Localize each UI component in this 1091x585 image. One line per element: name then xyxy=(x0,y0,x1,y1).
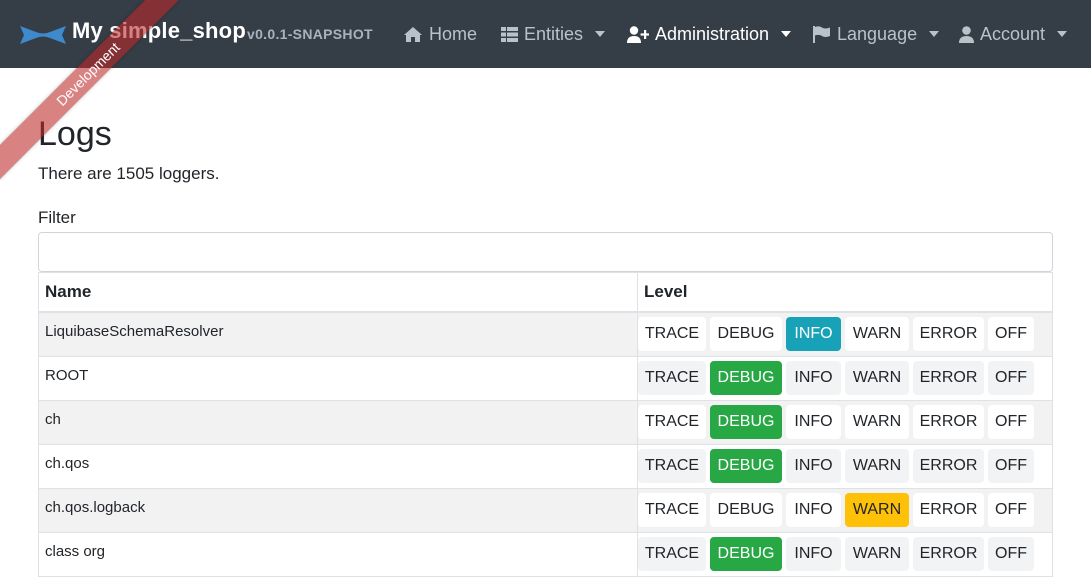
level-button-error[interactable]: ERROR xyxy=(913,361,984,395)
loggers-table: Name Level LiquibaseSchemaResolver TRACE D… xyxy=(38,272,1053,577)
level-button-info[interactable]: INFO xyxy=(786,537,841,571)
level-button-off[interactable]: OFF xyxy=(988,317,1034,352)
logger-name: ch.qos xyxy=(38,443,638,489)
nav-entities[interactable]: Entities xyxy=(501,22,606,46)
level-button-group: TRACE DEBUG INFO WARN ERROR OFF xyxy=(638,405,1052,439)
column-header-level[interactable]: Level xyxy=(637,272,1053,313)
logger-level-cell: TRACE DEBUG INFO WARN ERROR OFF xyxy=(637,443,1053,489)
level-button-info[interactable]: INFO xyxy=(786,493,841,527)
level-button-off[interactable]: OFF xyxy=(988,405,1034,439)
chevron-down-icon xyxy=(595,31,606,37)
level-button-error[interactable]: ERROR xyxy=(913,405,984,439)
logger-name: ROOT xyxy=(38,355,638,401)
nav-administration-label: Administration xyxy=(655,23,770,44)
loggers-table-body: LiquibaseSchemaResolver TRACE DEBUG INFO WAR… xyxy=(38,311,1053,577)
chevron-down-icon xyxy=(781,31,792,37)
level-button-info[interactable]: INFO xyxy=(786,317,841,352)
level-button-warn[interactable]: WARN xyxy=(845,537,909,571)
level-button-trace[interactable]: TRACE xyxy=(638,405,706,439)
level-button-error[interactable]: ERROR xyxy=(913,317,984,352)
logger-level-cell: TRACE DEBUG INFO WARN ERROR OFF xyxy=(637,355,1053,401)
nav-administration[interactable]: Administration xyxy=(627,22,792,46)
nav-home[interactable]: Home xyxy=(403,22,477,46)
level-button-info[interactable]: INFO xyxy=(786,405,841,439)
filter-label: Filter xyxy=(38,208,76,227)
brand-version: v0.0.1-SNAPSHOT xyxy=(247,26,373,42)
level-button-trace[interactable]: TRACE xyxy=(638,493,706,527)
level-button-warn[interactable]: WARN xyxy=(845,449,909,483)
flag-icon xyxy=(813,25,830,43)
level-button-debug[interactable]: DEBUG xyxy=(710,449,782,483)
level-button-error[interactable]: ERROR xyxy=(913,493,984,527)
nav-language-label: Language xyxy=(837,23,918,44)
nav-home-label: Home xyxy=(429,23,478,44)
level-button-warn[interactable]: WARN xyxy=(845,317,909,352)
list-icon xyxy=(501,26,518,42)
logger-level-cell: TRACE DEBUG INFO WARN ERROR OFF xyxy=(637,399,1053,445)
level-button-info[interactable]: INFO xyxy=(786,449,841,483)
table-row: ROOT TRACE DEBUG INFO WARN ERROR OFF xyxy=(38,355,1053,401)
nav-account[interactable]: Account xyxy=(959,22,1068,46)
level-button-trace[interactable]: TRACE xyxy=(638,537,706,571)
logger-level-cell: TRACE DEBUG INFO WARN ERROR OFF xyxy=(637,531,1053,577)
nav-entities-label: Entities xyxy=(524,23,584,44)
level-button-debug[interactable]: DEBUG xyxy=(710,361,782,395)
logger-count: There are 1505 loggers. xyxy=(38,164,220,183)
table-row: LiquibaseSchemaResolver TRACE DEBUG INFO WAR… xyxy=(38,311,1053,357)
table-row: ch TRACE DEBUG INFO WARN ERROR OFF xyxy=(38,399,1053,445)
table-row: class org TRACE DEBUG INFO WARN ERROR OFF xyxy=(38,531,1053,577)
chevron-down-icon xyxy=(1057,31,1068,37)
logger-level-cell: TRACE DEBUG INFO WARN ERROR OFF xyxy=(637,487,1053,533)
level-button-debug[interactable]: DEBUG xyxy=(710,405,782,439)
chevron-down-icon xyxy=(929,31,940,37)
level-button-off[interactable]: OFF xyxy=(988,449,1034,483)
level-button-warn[interactable]: WARN xyxy=(845,493,909,527)
level-button-trace[interactable]: TRACE xyxy=(638,361,706,395)
level-button-off[interactable]: OFF xyxy=(988,493,1034,527)
level-button-trace[interactable]: TRACE xyxy=(638,317,706,352)
user-plus-icon xyxy=(627,25,649,43)
level-button-debug[interactable]: DEBUG xyxy=(710,493,782,527)
page-title: Logs xyxy=(38,115,112,153)
level-button-group: TRACE DEBUG INFO WARN ERROR OFF xyxy=(638,537,1052,571)
level-button-debug[interactable]: DEBUG xyxy=(710,317,782,352)
level-button-warn[interactable]: WARN xyxy=(845,405,909,439)
logger-name: class org xyxy=(38,531,638,577)
table-row: ch.qos.logback TRACE DEBUG INFO WARN ERROR OFF xyxy=(38,487,1053,533)
level-button-off[interactable]: OFF xyxy=(988,537,1034,571)
level-button-error[interactable]: ERROR xyxy=(913,449,984,483)
logger-level-cell: TRACE DEBUG INFO WARN ERROR OFF xyxy=(637,311,1053,357)
level-button-group: TRACE DEBUG INFO WARN ERROR OFF xyxy=(638,449,1052,483)
table-row: ch.qos TRACE DEBUG INFO WARN ERROR OFF xyxy=(38,443,1053,489)
level-button-group: TRACE DEBUG INFO WARN ERROR OFF xyxy=(638,361,1052,395)
level-button-trace[interactable]: TRACE xyxy=(638,449,706,483)
level-button-group: TRACE DEBUG INFO WARN ERROR OFF xyxy=(638,493,1052,527)
navbar: My simple_shop v0.0.1-SNAPSHOT Home Enti… xyxy=(0,0,1091,68)
brand-logo-icon[interactable] xyxy=(18,22,68,48)
level-button-warn[interactable]: WARN xyxy=(845,361,909,395)
level-button-debug[interactable]: DEBUG xyxy=(710,537,782,571)
level-button-group: TRACE DEBUG INFO WARN ERROR OFF xyxy=(638,317,1052,352)
table-header-row: Name Level xyxy=(38,272,1053,313)
level-button-off[interactable]: OFF xyxy=(988,361,1034,395)
logger-name: LiquibaseSchemaResolver xyxy=(38,311,638,357)
level-button-error[interactable]: ERROR xyxy=(913,537,984,571)
home-icon xyxy=(404,26,422,42)
filter-input[interactable] xyxy=(38,232,1053,272)
level-button-info[interactable]: INFO xyxy=(786,361,841,395)
nav-account-label: Account xyxy=(980,23,1046,44)
column-header-name[interactable]: Name xyxy=(38,272,638,313)
brand-name[interactable]: My simple_shop xyxy=(72,18,246,44)
logger-name: ch.qos.logback xyxy=(38,487,638,533)
nav-language[interactable]: Language xyxy=(813,22,940,46)
logger-name: ch xyxy=(38,399,638,445)
user-icon xyxy=(959,25,974,43)
